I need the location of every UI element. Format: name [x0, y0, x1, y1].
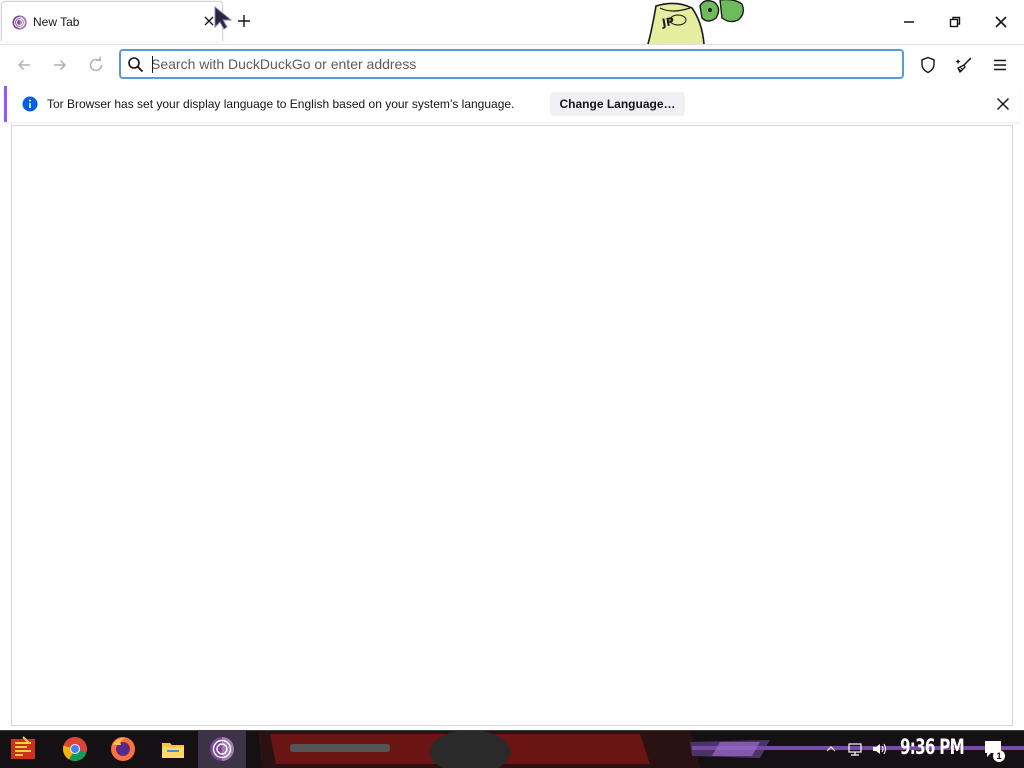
- reload-button[interactable]: [87, 56, 105, 74]
- title-bar: New Tab JP: [0, 0, 1024, 64]
- file-explorer-icon[interactable]: [159, 735, 187, 763]
- notification-count-badge: 1: [993, 750, 1005, 762]
- tor-browser-icon[interactable]: [208, 735, 236, 763]
- firefox-icon[interactable]: [109, 735, 137, 763]
- notification-message: Tor Browser has set your display languag…: [47, 97, 515, 111]
- restore-button[interactable]: [943, 10, 967, 34]
- language-notification-bar: Tor Browser has set your display languag…: [4, 86, 1020, 122]
- chevron-up-icon[interactable]: [826, 741, 836, 757]
- minimize-button[interactable]: [897, 10, 921, 34]
- page-content-area[interactable]: [11, 125, 1013, 726]
- close-icon[interactable]: [995, 96, 1011, 112]
- volume-icon[interactable]: [871, 741, 887, 757]
- text-caret: [152, 56, 153, 73]
- new-identity-broom-icon[interactable]: [955, 56, 973, 74]
- new-tab-button[interactable]: [236, 13, 252, 29]
- shield-icon[interactable]: [919, 56, 937, 74]
- start-icon[interactable]: [9, 735, 37, 763]
- chrome-icon[interactable]: [61, 735, 89, 763]
- info-icon: [22, 96, 38, 112]
- taskbar: 9:36 PM 1: [0, 730, 1024, 768]
- navigation-toolbar: [0, 44, 1024, 85]
- hamburger-menu-icon[interactable]: [991, 56, 1009, 74]
- address-bar[interactable]: [119, 49, 904, 79]
- mouse-pointer-icon: [214, 6, 233, 30]
- taskbar-clock[interactable]: 9:36 PM: [900, 735, 965, 759]
- tor-favicon-icon: [12, 15, 27, 30]
- forward-button[interactable]: [51, 56, 69, 74]
- tab-title: New Tab: [33, 15, 80, 29]
- change-language-button[interactable]: Change Language…: [550, 92, 685, 116]
- network-icon[interactable]: [847, 741, 863, 757]
- svg-text:JP: JP: [660, 15, 675, 30]
- url-input[interactable]: [151, 54, 891, 74]
- back-button[interactable]: [15, 56, 33, 74]
- close-window-button[interactable]: [989, 10, 1013, 34]
- search-icon: [128, 57, 144, 73]
- tab-new-tab[interactable]: New Tab: [1, 1, 223, 41]
